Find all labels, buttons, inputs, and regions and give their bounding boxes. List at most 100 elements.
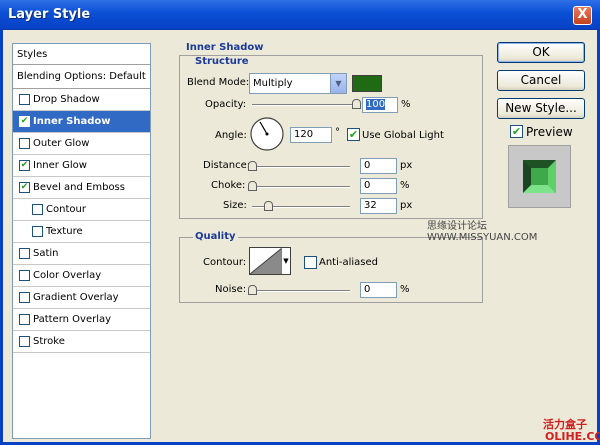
angle-label: Angle: [215, 130, 247, 141]
size-input[interactable]: 32 [360, 198, 397, 214]
distance-slider-thumb[interactable] [248, 161, 257, 171]
distance-label: Distance: [203, 160, 251, 171]
style-checkbox[interactable]: ✔ [19, 182, 30, 193]
angle-input[interactable]: 120 [290, 127, 332, 143]
choke-slider-thumb[interactable] [248, 181, 257, 191]
preview-checkbox[interactable]: ✔ [510, 125, 523, 138]
distance-unit: px [400, 160, 413, 171]
style-item-pattern-overlay[interactable]: Pattern Overlay [13, 309, 150, 331]
angle-dial[interactable] [249, 116, 285, 152]
choke-value: 0 [364, 180, 371, 191]
opacity-slider-thumb[interactable] [352, 99, 361, 109]
opacity-label: Opacity: [205, 99, 247, 110]
distance-input[interactable]: 0 [360, 158, 397, 174]
style-item-label: Gradient Overlay [33, 292, 119, 303]
anti-aliased-label: Anti-aliased [319, 257, 379, 268]
preview-thumbnail [508, 145, 571, 208]
preview-label: Preview [526, 125, 573, 139]
preview-swatch-icon [523, 160, 556, 193]
style-checkbox[interactable]: ✔ [19, 116, 30, 127]
noise-input[interactable]: 0 [360, 282, 397, 298]
opacity-value: 100 [366, 99, 386, 110]
style-checkbox[interactable] [19, 94, 30, 105]
checkmark-icon: ✔ [348, 128, 359, 141]
style-item-contour[interactable]: Contour [13, 199, 150, 221]
opacity-slider-track[interactable] [252, 104, 356, 106]
contour-label: Contour: [203, 257, 247, 268]
blend-mode-value: Multiply [253, 78, 293, 89]
anti-aliased-checkbox[interactable] [304, 256, 317, 269]
noise-slider-track[interactable] [252, 290, 350, 292]
noise-label: Noise: [215, 284, 247, 295]
style-item-label: Drop Shadow [33, 94, 100, 105]
style-checkbox[interactable] [19, 270, 30, 281]
style-item-label: Color Overlay [33, 270, 102, 281]
style-item-label: Contour [46, 204, 86, 215]
style-item-outer-glow[interactable]: Outer Glow [13, 133, 150, 155]
style-item-satin[interactable]: Satin [13, 243, 150, 265]
size-value: 32 [364, 200, 377, 211]
checkmark-icon: ✔ [20, 116, 29, 126]
opacity-unit: % [401, 99, 411, 110]
style-items: Drop Shadow ✔ Inner Shadow Outer Glow ✔ Inner… [13, 89, 150, 353]
style-checkbox[interactable] [19, 314, 30, 325]
distance-value: 0 [364, 160, 371, 171]
size-unit: px [400, 200, 413, 211]
checkmark-icon: ✔ [20, 160, 29, 170]
quality-title: Quality [193, 231, 238, 242]
style-item-label: Stroke [33, 336, 65, 347]
use-global-light-checkbox[interactable]: ✔ [347, 128, 360, 141]
noise-unit: % [400, 284, 410, 295]
style-item-stroke[interactable]: Stroke [13, 331, 150, 353]
style-checkbox[interactable] [32, 204, 43, 215]
blend-mode-select[interactable]: Multiply ▼ [249, 73, 347, 94]
blend-mode-label: Blend Mode: [187, 77, 250, 88]
style-checkbox[interactable] [19, 336, 30, 347]
style-item-label: Bevel and Emboss [33, 182, 125, 193]
style-item-inner-glow[interactable]: ✔ Inner Glow [13, 155, 150, 177]
blending-options-item[interactable]: Blending Options: Default [13, 65, 150, 89]
chevron-down-icon[interactable]: ▼ [281, 248, 290, 274]
style-item-label: Outer Glow [33, 138, 90, 149]
structure-title: Structure [193, 56, 251, 67]
style-checkbox[interactable] [19, 138, 30, 149]
style-item-label: Inner Glow [33, 160, 87, 171]
style-checkbox[interactable] [19, 248, 30, 259]
brand-watermark-en: OLIHE.COM [545, 430, 600, 443]
style-item-gradient-overlay[interactable]: Gradient Overlay [13, 287, 150, 309]
checkmark-icon: ✔ [20, 182, 29, 192]
choke-label: Choke: [211, 180, 246, 191]
style-item-color-overlay[interactable]: Color Overlay [13, 265, 150, 287]
ok-button[interactable]: OK [497, 42, 585, 63]
distance-slider-track[interactable] [252, 166, 350, 168]
contour-curve-icon [250, 248, 282, 274]
inner-shadow-title: Inner Shadow [184, 42, 266, 53]
opacity-input[interactable]: 100 [362, 97, 398, 113]
shadow-color-swatch[interactable] [352, 75, 382, 92]
style-item-bevel-and-emboss[interactable]: ✔ Bevel and Emboss [13, 177, 150, 199]
style-checkbox[interactable] [32, 226, 43, 237]
style-checkbox[interactable]: ✔ [19, 160, 30, 171]
contour-picker[interactable]: ▼ [249, 247, 291, 275]
style-checkbox[interactable] [19, 292, 30, 303]
site-watermark: 思缘设计论坛 WWW.MISSYUAN.COM [427, 221, 538, 243]
new-style-button[interactable]: New Style... [497, 98, 585, 119]
choke-slider-track[interactable] [252, 186, 350, 188]
style-item-inner-shadow[interactable]: ✔ Inner Shadow [13, 111, 150, 133]
checkmark-icon: ✔ [511, 125, 522, 138]
style-item-drop-shadow[interactable]: Drop Shadow [13, 89, 150, 111]
style-item-texture[interactable]: Texture [13, 221, 150, 243]
styles-header[interactable]: Styles [13, 44, 150, 65]
cancel-button[interactable]: Cancel [497, 70, 585, 91]
title-bar: Layer Style X [0, 0, 600, 30]
shadow-color-fill [353, 76, 381, 91]
styles-list: Styles Blending Options: Default Drop Sh… [12, 43, 151, 439]
use-global-light-label: Use Global Light [362, 130, 444, 141]
choke-input[interactable]: 0 [360, 178, 397, 194]
noise-slider-thumb[interactable] [248, 285, 257, 295]
close-button[interactable]: X [573, 6, 592, 25]
style-item-label: Texture [46, 226, 83, 237]
close-icon: X [577, 7, 588, 22]
size-slider-thumb[interactable] [263, 201, 273, 211]
chevron-down-icon[interactable]: ▼ [330, 74, 346, 93]
